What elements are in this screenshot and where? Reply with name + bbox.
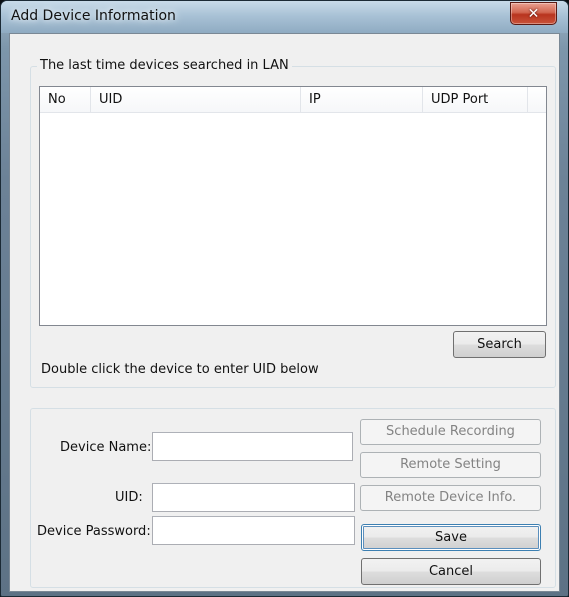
dialog-client-area: The last time devices searched in LAN No… — [9, 33, 560, 592]
cancel-button[interactable]: Cancel — [361, 558, 541, 585]
search-group-label: The last time devices searched in LAN — [37, 58, 292, 73]
column-header-uid[interactable]: UID — [91, 87, 301, 112]
search-button[interactable]: Search — [453, 331, 546, 358]
uid-label: UID: — [115, 490, 143, 505]
device-list[interactable]: No UID IP UDP Port — [39, 86, 547, 326]
close-button[interactable]: ✕ — [510, 2, 557, 25]
close-icon: ✕ — [527, 5, 540, 22]
remote-device-info-button[interactable]: Remote Device Info. — [360, 485, 541, 511]
schedule-recording-button[interactable]: Schedule Recording — [360, 419, 541, 445]
uid-input[interactable] — [152, 483, 355, 512]
column-header-ip[interactable]: IP — [301, 87, 423, 112]
remote-setting-button[interactable]: Remote Setting — [360, 452, 541, 478]
search-hint-text: Double click the device to enter UID bel… — [41, 362, 319, 377]
device-list-header: No UID IP UDP Port — [40, 87, 546, 113]
device-password-label: Device Password: — [37, 524, 151, 539]
save-button[interactable]: Save — [361, 524, 541, 551]
add-device-dialog: Add Device Information ✕ The last time d… — [0, 0, 569, 597]
device-password-input[interactable] — [152, 516, 355, 545]
column-header-no[interactable]: No — [40, 87, 91, 112]
window-title: Add Device Information — [11, 8, 176, 24]
column-header-filler — [528, 87, 546, 112]
device-name-input[interactable] — [152, 432, 353, 461]
title-bar[interactable]: Add Device Information ✕ — [1, 1, 568, 33]
device-name-label: Device Name: — [60, 440, 152, 455]
column-header-udp-port[interactable]: UDP Port — [423, 87, 528, 112]
